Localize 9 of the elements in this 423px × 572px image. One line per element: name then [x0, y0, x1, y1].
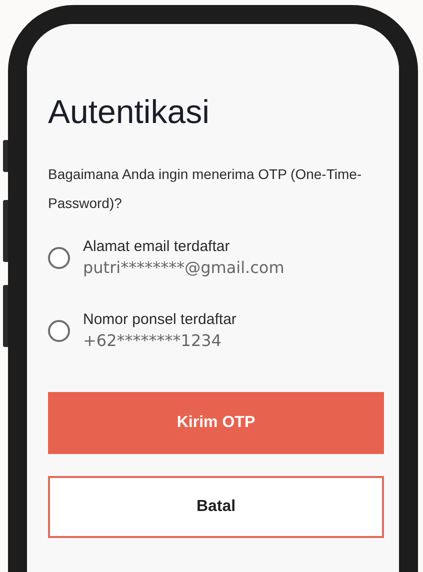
- option-label: Alamat email terdaftar: [83, 237, 231, 257]
- option-label: Nomor ponsel terdaftar: [83, 310, 236, 330]
- cancel-button[interactable]: Batal: [48, 476, 384, 538]
- option-value: +62********1234: [83, 330, 222, 352]
- option-value: putri********@gmail.com: [83, 257, 284, 279]
- radio-button[interactable]: [48, 246, 70, 268]
- page-title: Autentikasi: [48, 92, 210, 132]
- question-text: Bagaimana Anda ingin menerima OTP (One-Time-Password)?: [48, 165, 363, 213]
- radio-button[interactable]: [48, 320, 70, 342]
